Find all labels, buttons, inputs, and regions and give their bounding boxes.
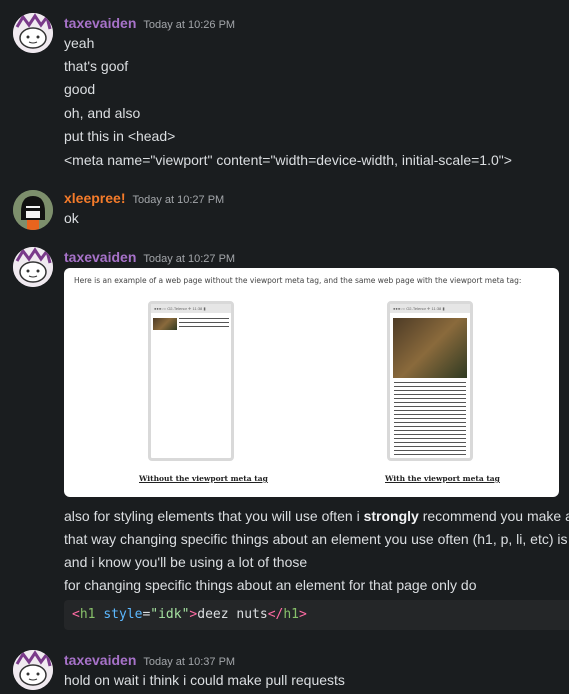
code-token: deez nuts [197,607,268,622]
timestamp: Today at 10:37 PM [143,656,236,668]
message-header: taxevaiden Today at 10:37 PM [64,652,235,668]
username[interactable]: taxevaiden [64,652,136,668]
message-line: and i know you'll be using a lot of thos… [64,554,308,570]
phone-status-bar: ●●●○○ O2-Telenor ✈ 11:38 ▮ [151,304,231,313]
street-photo [393,318,467,378]
label-with-viewport: With the viewport meta tag [385,474,500,483]
username[interactable]: taxevaiden [64,15,136,31]
xleepree-avatar-icon [13,190,53,230]
text-segment: also for styling elements that you will … [64,508,364,524]
timestamp: Today at 10:26 PM [143,19,236,31]
text-segment: recommend you make a s [418,508,569,524]
code-token: "idk" [150,607,190,622]
avatar[interactable] [13,13,53,53]
image-attachment[interactable]: Here is an example of a web page without… [64,268,559,497]
message-line: ok [64,210,79,226]
strong-text: strongly [363,508,419,524]
taxevaiden-avatar-icon [13,13,53,53]
message-header: taxevaiden Today at 10:27 PM [64,249,235,265]
username[interactable]: taxevaiden [64,249,136,265]
message-line: put this in <head> [64,128,176,144]
avatar[interactable] [13,190,53,230]
code-block: <h1 style="idk">deez nuts</h1> [64,600,569,630]
body-text-block [394,382,466,456]
message-line: also for styling elements that you will … [64,507,569,525]
code-token: h1 [283,607,300,622]
code-token: </ [267,607,284,622]
phone-status-bar: ●●●○○ O2-Telenor ✈ 11:38 ▮ [390,304,470,313]
timestamp: Today at 10:27 PM [132,194,225,206]
message-header: taxevaiden Today at 10:26 PM [64,15,235,31]
code-token: > [299,607,307,622]
message-line: hold on wait i think i could make pull r… [64,672,345,688]
code-token: < [72,607,80,622]
message-header: xleepree! Today at 10:27 PM [64,190,224,206]
taxevaiden-avatar-icon [13,650,53,690]
avatar[interactable] [13,247,53,287]
tiny-text-block [179,318,229,330]
taxevaiden-avatar-icon [13,247,53,287]
message-line: oh, and also [64,105,141,121]
message-line: that's goof [64,58,129,74]
code-token: h1 [79,607,96,622]
message-line: that way changing specific things about … [64,531,569,547]
attachment-caption: Here is an example of a web page without… [74,276,522,285]
timestamp: Today at 10:27 PM [143,253,236,265]
phone-mockup-without: ●●●○○ O2-Telenor ✈ 11:38 ▮ [148,301,234,461]
label-without-viewport: Without the viewport meta tag [139,474,268,483]
avatar[interactable] [13,650,53,690]
username[interactable]: xleepree! [64,190,125,206]
code-token: style [103,607,143,622]
message-line: for changing specific things about an el… [64,577,477,593]
message-line: yeah [64,35,95,51]
message-line: <meta name="viewport" content="width=dev… [64,152,512,168]
phone-mockup-with: ●●●○○ O2-Telenor ✈ 11:38 ▮ [387,301,473,461]
street-photo [153,318,177,330]
message-line: good [64,81,96,97]
